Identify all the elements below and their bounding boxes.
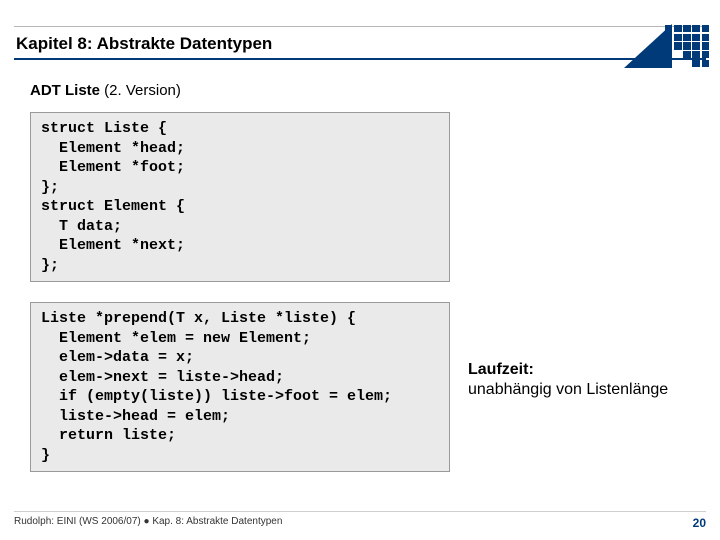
code-block-prepend: Liste *prepend(T x, Liste *liste) { Elem… (30, 302, 450, 472)
subtitle-rest: (2. Version) (100, 82, 181, 99)
runtime-note-text: unabhängig von Listenlänge (468, 381, 668, 398)
section-subtitle: ADT Liste (2. Version) (30, 82, 181, 99)
runtime-note: Laufzeit: unabhängig von Listenlänge (468, 360, 668, 400)
footer: Rudolph: EINI (WS 2006/07) ● Kap. 8: Abs… (14, 511, 706, 530)
logo-squares (664, 24, 710, 68)
footer-text: Rudolph: EINI (WS 2006/07) ● Kap. 8: Abs… (14, 516, 282, 530)
logo (624, 24, 710, 68)
runtime-note-label: Laufzeit: (468, 361, 534, 378)
chapter-title: Kapitel 8: Abstrakte Datentypen (16, 34, 272, 54)
subtitle-bold: ADT Liste (30, 82, 100, 99)
top-rule (14, 26, 706, 27)
title-underline (14, 58, 706, 60)
code-block-struct: struct Liste { Element *head; Element *f… (30, 112, 450, 282)
page-number: 20 (693, 516, 706, 530)
